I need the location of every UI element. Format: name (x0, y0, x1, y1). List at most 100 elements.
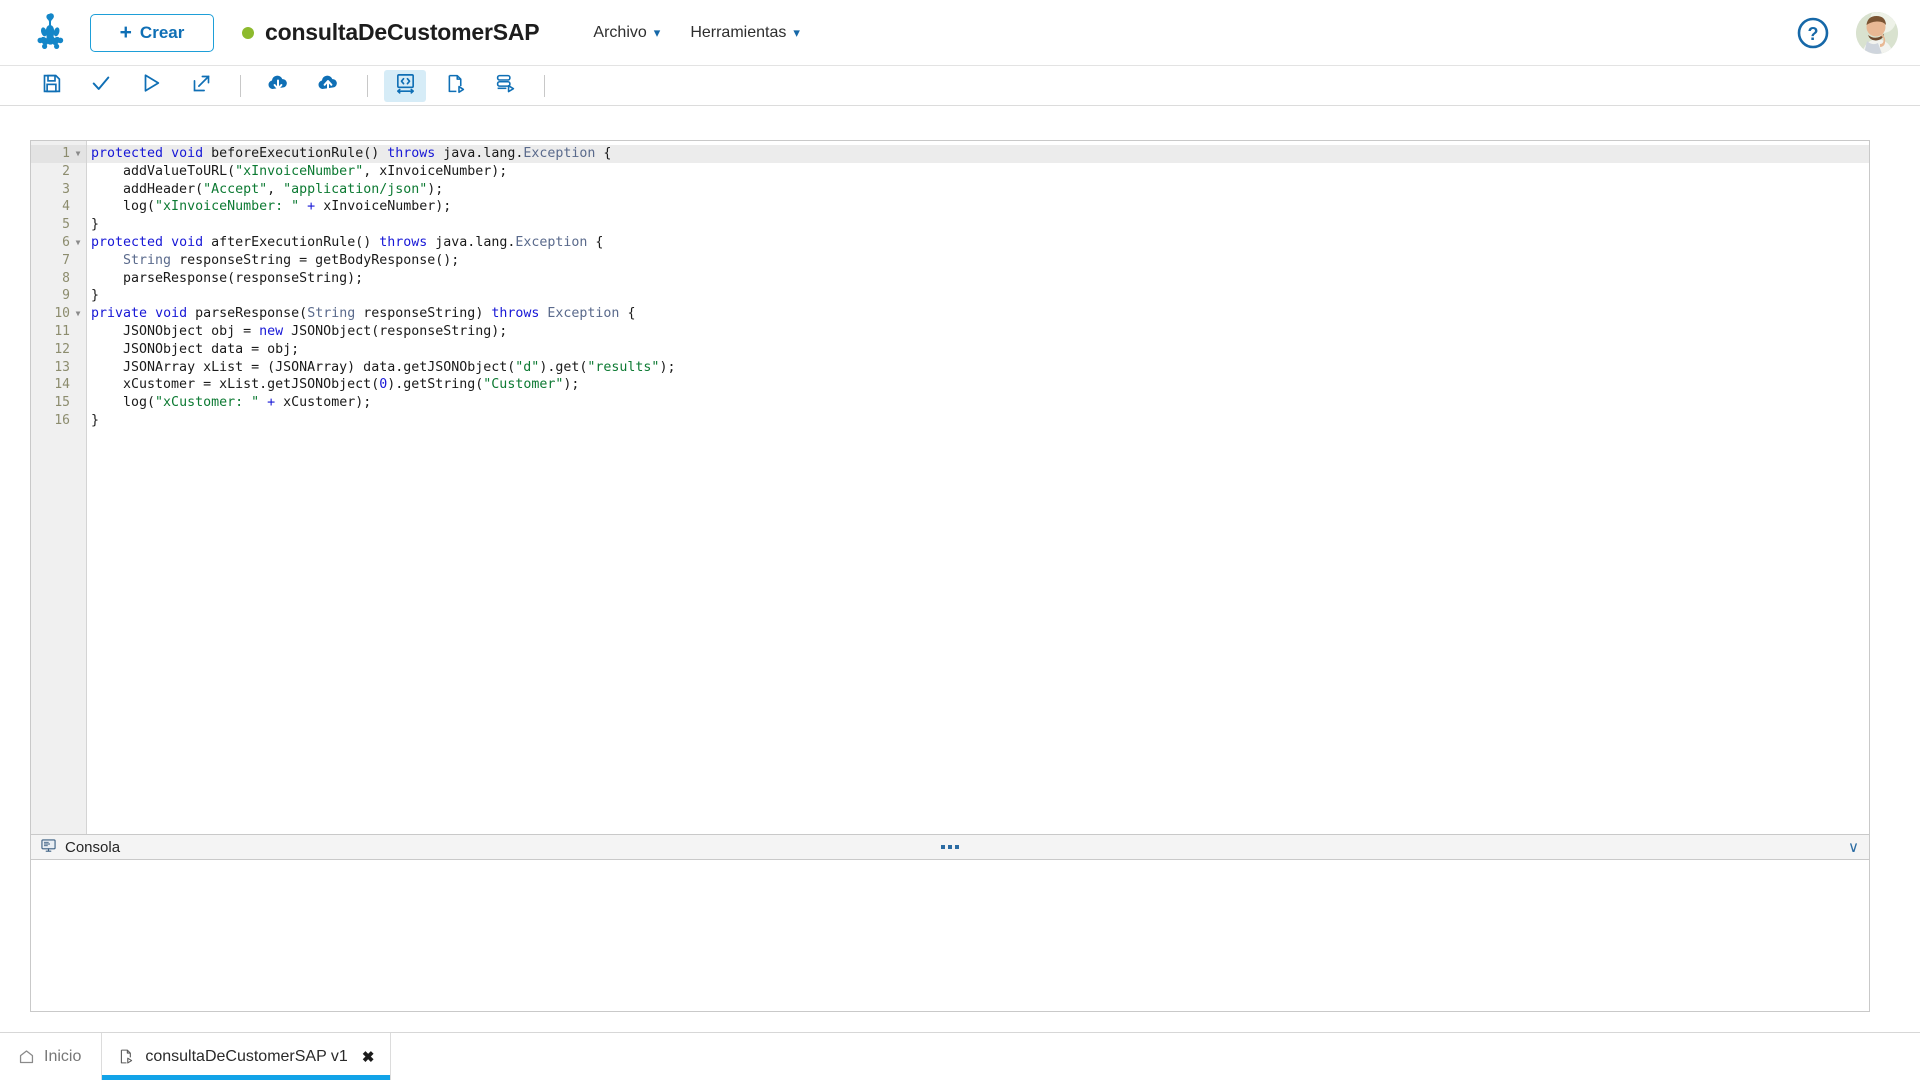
code-token: log( (91, 199, 156, 215)
code-token: "Accept" (203, 181, 268, 197)
code-token: { (619, 306, 636, 322)
code-token: ); (427, 181, 444, 197)
code-token: ).getString( (387, 377, 484, 393)
code-line[interactable]: JSONArray xList = (JSONArray) data.getJS… (87, 359, 1869, 377)
avatar[interactable] (1856, 11, 1898, 54)
line-number: 4 (62, 199, 70, 215)
code-token: protected (91, 146, 164, 161)
code-line[interactable]: String responseString = getBodyResponse(… (87, 252, 1869, 270)
document-run-button[interactable] (434, 70, 476, 102)
code-token: "application/json" (283, 181, 428, 197)
code-line[interactable]: } (87, 287, 1869, 305)
code-token: responseString) (355, 306, 492, 322)
code-token: "Customer" (483, 377, 564, 393)
console-monitor-icon (41, 838, 56, 857)
save-button[interactable] (30, 70, 72, 102)
code-line[interactable]: JSONObject data = obj; (87, 341, 1869, 359)
code-token: responseString = getBodyResponse(); (171, 252, 460, 268)
code-token: new (259, 323, 284, 339)
code-token: protected (91, 234, 164, 250)
source-code-button[interactable] (384, 69, 426, 102)
code-token: throws (379, 234, 428, 250)
code-token: xCustomer = xList.getJSONObject( (91, 377, 380, 393)
code-line[interactable]: addValueToURL("xInvoiceNumber", xInvoice… (87, 163, 1869, 181)
download-button[interactable] (257, 70, 299, 102)
toolbar-divider (367, 74, 368, 97)
tab-inicio[interactable]: Inicio (0, 1033, 101, 1080)
code-token: java.lang. (427, 234, 516, 250)
home-icon (18, 1048, 35, 1065)
validate-button[interactable] (80, 70, 122, 102)
menu-archivo-label: Archivo (593, 23, 647, 41)
cloud-upload-icon (316, 71, 340, 100)
code-token: Exception (547, 306, 620, 322)
line-number: 6 ▼ (31, 234, 86, 252)
bizagi-frog-logo (28, 10, 74, 56)
code-line[interactable]: JSONObject obj = new JSONObject(response… (87, 323, 1869, 341)
app-header: + Crear consultaDeCustomerSAP Archivo ▾ … (0, 0, 1920, 66)
line-number: 9 (62, 288, 70, 304)
code-token: , (267, 181, 284, 197)
chevron-down-icon: ▾ (793, 25, 800, 40)
code-token: } (91, 288, 100, 304)
code-line[interactable]: parseResponse(responseString); (87, 270, 1869, 288)
cloud-download-icon (266, 71, 290, 100)
close-icon[interactable]: ✖ (362, 1048, 375, 1066)
code-line[interactable]: log("xCustomer: " + xCustomer); (87, 394, 1869, 412)
code-token: { (595, 146, 612, 161)
open-external-button[interactable] (180, 70, 222, 102)
code-line[interactable]: } (87, 216, 1869, 234)
line-number: 2 (62, 163, 70, 179)
line-number: 11 (54, 323, 70, 339)
document-title-group: consultaDeCustomerSAP (242, 19, 540, 46)
code-line[interactable]: log("xInvoiceNumber: " + xInvoiceNumber)… (87, 198, 1869, 216)
code-line[interactable]: protected void afterExecutionRule() thro… (87, 234, 1869, 252)
fold-triangle-icon[interactable]: ▼ (73, 234, 83, 252)
upload-button[interactable] (307, 70, 349, 102)
tab-consultadecustomersap[interactable]: consultaDeCustomerSAP v1 ✖ (101, 1033, 392, 1080)
fold-triangle-icon[interactable]: ▼ (73, 145, 83, 163)
code-editor[interactable]: 1 ▼ 2 3 4 5 6 ▼ 7 8 9 10 ▼ 11 12 13 14 15 16 protected voi… (30, 140, 1870, 834)
code-line[interactable]: } (87, 412, 1869, 430)
code-line[interactable]: private void parseResponse(String respon… (87, 305, 1869, 323)
code-content[interactable]: protected void beforeExecutionRule() thr… (87, 141, 1869, 834)
console-collapse-chevron-icon[interactable]: ∨ (1848, 840, 1859, 855)
code-token: } (91, 412, 100, 428)
line-number: 5 (62, 217, 70, 233)
code-token: parseResponse(responseString); (91, 270, 364, 286)
code-token: afterExecutionRule() (203, 234, 380, 250)
line-number: 13 (54, 359, 70, 375)
code-token: "xCustomer: " (155, 395, 260, 411)
code-brackets-icon (394, 72, 417, 100)
run-button[interactable] (130, 70, 172, 102)
code-line[interactable]: protected void beforeExecutionRule() thr… (87, 145, 1869, 163)
document-run-icon (118, 1048, 135, 1065)
code-token: throws (491, 306, 540, 322)
status-dot (242, 26, 254, 39)
code-token: Exception (515, 234, 588, 250)
code-token: + (307, 199, 316, 215)
console-header[interactable]: Consola ∨ (30, 834, 1870, 860)
main-menu: Archivo ▾ Herramientas ▾ (593, 24, 799, 42)
fold-triangle-icon[interactable]: ▼ (73, 305, 83, 323)
code-token: void (171, 234, 204, 250)
code-token: xInvoiceNumber); (315, 199, 452, 215)
code-token: throws (387, 146, 436, 161)
code-line[interactable]: addHeader("Accept", "application/json"); (87, 181, 1869, 199)
code-token: java.lang. (435, 146, 524, 161)
code-line[interactable]: xCustomer = xList.getJSONObject(0).getSt… (87, 376, 1869, 394)
line-number: 7 (62, 252, 70, 268)
console-resize-handle[interactable] (941, 845, 959, 849)
code-token: Exception (523, 146, 596, 161)
line-number: 12 (54, 341, 70, 357)
menu-herramientas[interactable]: Herramientas ▾ (690, 24, 800, 42)
menu-archivo[interactable]: Archivo ▾ (593, 24, 660, 42)
code-token: xCustomer); (275, 395, 372, 411)
create-button[interactable]: + Crear (90, 13, 214, 52)
help-circle-icon[interactable]: ? (1796, 16, 1830, 50)
line-number: 16 (54, 412, 70, 428)
data-run-button[interactable] (484, 70, 526, 102)
